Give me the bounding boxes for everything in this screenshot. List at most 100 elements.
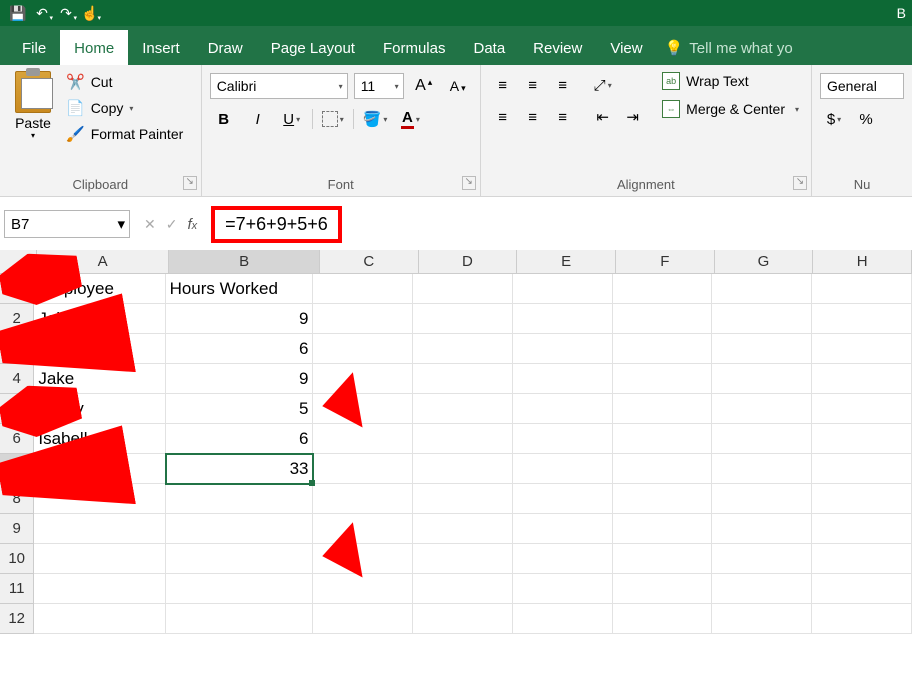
- cell[interactable]: [413, 424, 513, 454]
- font-color-button[interactable]: A▾: [396, 107, 424, 131]
- format-painter-button[interactable]: 🖌️Format Painter: [62, 123, 187, 145]
- copy-button[interactable]: 📄Copy▾: [62, 97, 187, 119]
- align-top-button[interactable]: ≡: [489, 73, 517, 97]
- cell[interactable]: [812, 454, 912, 484]
- cell[interactable]: [513, 544, 613, 574]
- cell[interactable]: 5: [166, 394, 314, 424]
- underline-button[interactable]: U▾: [278, 107, 306, 131]
- wrap-text-button[interactable]: abWrap Text: [658, 69, 803, 93]
- cell[interactable]: [812, 334, 912, 364]
- cell[interactable]: [313, 334, 413, 364]
- cell[interactable]: [413, 514, 513, 544]
- cell[interactable]: [34, 514, 165, 544]
- cell[interactable]: [413, 544, 513, 574]
- cell[interactable]: [812, 514, 912, 544]
- cell[interactable]: [712, 304, 812, 334]
- cell[interactable]: [313, 604, 413, 634]
- cell[interactable]: [613, 394, 713, 424]
- align-center-button[interactable]: ≡: [519, 105, 547, 129]
- cell[interactable]: [812, 274, 912, 304]
- cell[interactable]: [613, 364, 713, 394]
- tab-review[interactable]: Review: [519, 30, 596, 65]
- cell[interactable]: [712, 574, 812, 604]
- cell[interactable]: Hours Worked: [166, 274, 314, 304]
- tab-home[interactable]: Home: [60, 30, 128, 65]
- cell[interactable]: [413, 574, 513, 604]
- cell[interactable]: [712, 424, 812, 454]
- cell[interactable]: [166, 604, 314, 634]
- row-header[interactable]: 9: [0, 514, 34, 544]
- cell[interactable]: [613, 274, 713, 304]
- accounting-format-button[interactable]: $▾: [820, 107, 848, 131]
- tab-file[interactable]: File: [8, 30, 60, 65]
- cell[interactable]: [613, 304, 713, 334]
- fx-button[interactable]: fx: [187, 216, 197, 233]
- orientation-button[interactable]: ⤢▾: [589, 73, 617, 97]
- cell[interactable]: [613, 574, 713, 604]
- font-size-combo[interactable]: 11▾: [354, 73, 404, 99]
- percent-format-button[interactable]: %: [852, 107, 880, 131]
- cell[interactable]: [513, 484, 613, 514]
- cell[interactable]: [513, 334, 613, 364]
- cell[interactable]: 33: [166, 454, 314, 484]
- col-header-c[interactable]: C: [320, 250, 419, 274]
- align-right-button[interactable]: ≡: [549, 105, 577, 129]
- cell[interactable]: 9: [166, 364, 314, 394]
- cell[interactable]: [313, 484, 413, 514]
- tab-insert[interactable]: Insert: [128, 30, 194, 65]
- redo-button[interactable]: ↷▾: [54, 2, 78, 24]
- cell[interactable]: [413, 364, 513, 394]
- tab-data[interactable]: Data: [459, 30, 519, 65]
- number-format-combo[interactable]: General: [820, 73, 904, 99]
- row-header[interactable]: 11: [0, 574, 34, 604]
- align-bottom-button[interactable]: ≡: [549, 73, 577, 97]
- cell[interactable]: [712, 454, 812, 484]
- row-header[interactable]: 10: [0, 544, 34, 574]
- cell[interactable]: [812, 424, 912, 454]
- cell[interactable]: 6: [166, 334, 314, 364]
- alignment-launcher[interactable]: ↘: [793, 176, 807, 190]
- cell[interactable]: [413, 394, 513, 424]
- bold-button[interactable]: B: [210, 107, 238, 131]
- cell[interactable]: [812, 544, 912, 574]
- cell[interactable]: [812, 604, 912, 634]
- decrease-font-button[interactable]: A▾: [444, 74, 472, 98]
- cell[interactable]: [313, 454, 413, 484]
- cell[interactable]: [34, 574, 165, 604]
- cell[interactable]: 9: [166, 304, 314, 334]
- cell[interactable]: [413, 484, 513, 514]
- save-button[interactable]: 💾: [6, 2, 30, 24]
- paste-button[interactable]: Paste ▾: [8, 69, 58, 173]
- cell[interactable]: [313, 274, 413, 304]
- cell[interactable]: [166, 484, 314, 514]
- worksheet[interactable]: A B C D E F G H 1EmployeeHours Worked2Jo…: [0, 250, 912, 693]
- cell[interactable]: [313, 304, 413, 334]
- col-header-g[interactable]: G: [715, 250, 814, 274]
- cell[interactable]: [712, 394, 812, 424]
- cell[interactable]: [613, 514, 713, 544]
- fill-color-button[interactable]: 🪣▾: [360, 107, 391, 131]
- cell[interactable]: [513, 424, 613, 454]
- cell[interactable]: [812, 484, 912, 514]
- align-left-button[interactable]: ≡: [489, 105, 517, 129]
- enter-formula-button[interactable]: ✓: [166, 216, 178, 233]
- font-name-combo[interactable]: Calibri▾: [210, 73, 348, 99]
- cell[interactable]: [613, 604, 713, 634]
- cell[interactable]: [812, 304, 912, 334]
- cell[interactable]: [812, 394, 912, 424]
- italic-button[interactable]: I: [244, 107, 272, 131]
- cell[interactable]: [513, 454, 613, 484]
- increase-font-button[interactable]: A▴: [410, 74, 438, 98]
- cell[interactable]: [413, 604, 513, 634]
- cell[interactable]: [712, 604, 812, 634]
- row-header[interactable]: 12: [0, 604, 34, 634]
- cancel-formula-button[interactable]: ✕: [144, 216, 156, 233]
- cell[interactable]: [812, 364, 912, 394]
- touch-mode-button[interactable]: ☝▾: [78, 2, 102, 24]
- name-box[interactable]: B7▾: [4, 210, 130, 238]
- cell[interactable]: [413, 454, 513, 484]
- cell[interactable]: [712, 484, 812, 514]
- tab-draw[interactable]: Draw: [194, 30, 257, 65]
- cell[interactable]: [34, 604, 165, 634]
- cut-button[interactable]: ✂️Cut: [62, 71, 187, 93]
